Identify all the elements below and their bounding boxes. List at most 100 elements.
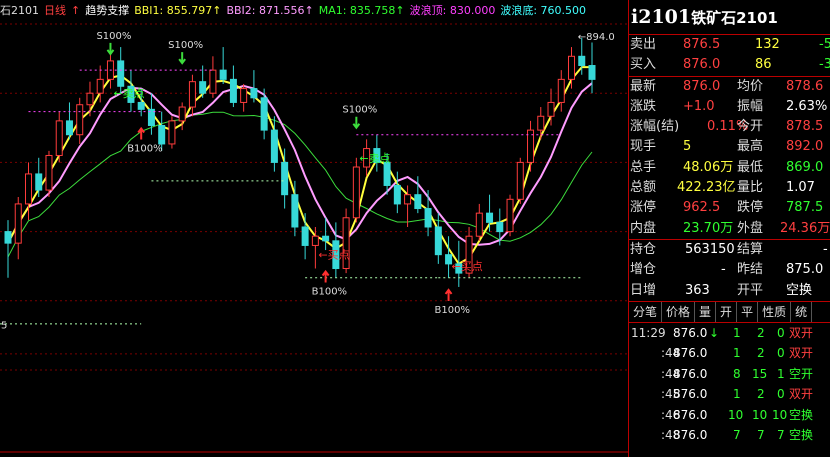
quote-change: -5 [819, 37, 830, 52]
stat-label: 振幅 [737, 98, 764, 114]
stat-label: 跌停 [737, 200, 764, 216]
stat-row: 内盘 23.70万 外盘 24.36万 [629, 219, 830, 239]
tick-volume: 10 [728, 407, 744, 422]
stat-row: 涨幅(结) 0.11% 今开 878.5 [629, 117, 830, 137]
tick-tab[interactable]: 量 [695, 301, 717, 322]
indicator-header: 石2101 日线 ↑ 趋势支撑 BBI1: 855.797↑ BBI2: 871.556↑… [0, 2, 591, 20]
tick-open: 7 [757, 428, 765, 443]
candle-body [209, 69, 217, 94]
tick-close: 10 [772, 407, 788, 422]
period-label[interactable]: 日线 [44, 4, 66, 17]
tick-type: 空开 [789, 366, 814, 381]
candle-body [537, 115, 545, 131]
stat-label: 量比 [737, 180, 764, 196]
kline-chart[interactable]: S100% S100% S100% B100% B100% B100% ←卖点 ←卖点 ←买点 ←… [0, 0, 628, 457]
s100-label: S100% [168, 40, 203, 51]
candle-body [158, 124, 166, 145]
stats-block: 最新 876.0 均价 878.6 涨跌 +1.0 振幅 2.63% 涨幅(结) 0.11% 今开 8… [629, 75, 830, 239]
tick-tab[interactable]: 性质 [758, 301, 792, 322]
indicator-name[interactable]: 趋势支撑 [85, 4, 129, 17]
tick-price: 876.0 [673, 407, 708, 422]
quote-volume: 132 [755, 37, 780, 52]
b100-label: B100% [312, 287, 347, 298]
pos-value: 563150 [685, 241, 735, 257]
position-row: 日增 363 开平 空换 [629, 281, 830, 301]
stat-value: 876.0 [683, 78, 721, 94]
quote-volume: 86 [755, 57, 772, 73]
stat-label: 涨跌 [630, 98, 657, 114]
stat-label: 今开 [737, 119, 764, 135]
tick-open: 2 [757, 346, 765, 361]
tick-volume: 1 [733, 325, 741, 340]
candle-body [35, 173, 43, 191]
stat-value: 23.70万 [683, 220, 734, 236]
tick-type: 空换 [789, 407, 814, 422]
stat-value: 1.07 [786, 180, 815, 196]
instrument-code: i2101 [631, 6, 692, 28]
tick-tab[interactable]: 统 [791, 301, 813, 322]
stat-label: 总手 [630, 159, 657, 175]
stat-value: 422.23亿 [677, 180, 736, 196]
stat-label: 内盘 [630, 220, 657, 236]
candle-body [14, 203, 22, 244]
stat-label: 现手 [630, 139, 657, 155]
stat-label: 外盘 [737, 220, 764, 236]
tick-close: 7 [777, 428, 785, 443]
pos-label: 开平 [737, 282, 764, 298]
candle-body [199, 81, 207, 94]
tick-tab[interactable]: 开 [716, 301, 738, 322]
candle-body [404, 194, 412, 205]
stat-label: 最新 [630, 78, 657, 94]
candle-body [229, 78, 237, 103]
quote-price: 876.5 [683, 37, 721, 52]
stat-row: 最新 876.0 均价 878.6 [629, 77, 830, 97]
quote-panel: i2101铁矿石2101 卖出 876.5 132 -5 买入 876.0 86 -3 最新 8… [628, 0, 830, 457]
candle-body [250, 88, 258, 99]
stat-value: 48.06万 [683, 159, 734, 175]
kline-svg[interactable]: S100% S100% S100% B100% B100% B100% ←卖点 ←卖点 ←买点 ←… [0, 0, 628, 457]
pos-label: 持仓 [630, 241, 657, 257]
candle-body [486, 212, 494, 223]
pos-value: - [721, 262, 726, 278]
candle-body [178, 106, 186, 122]
candle-body [65, 120, 73, 136]
position-row: 增仓 - 昨结 875.0 [629, 260, 830, 280]
candle-body [311, 235, 319, 246]
tick-close: 1 [777, 366, 785, 381]
stat-label: 均价 [737, 78, 764, 94]
tick-close: 0 [777, 325, 785, 340]
b100-label: B100% [435, 305, 470, 316]
tick-time: 11:29 [631, 325, 666, 340]
candle-body [547, 101, 555, 117]
tick-row: :46 876.0 10 10 10 空换 [629, 405, 830, 426]
stat-label: 最低 [737, 159, 764, 175]
stat-value: 787.5 [786, 200, 824, 216]
ma1-value: MA1: 835.758↑ [318, 4, 405, 17]
buy-signal-label: ←买点 [452, 260, 483, 273]
pos-value: 875.0 [786, 262, 824, 278]
stat-row: 涨跌 +1.0 振幅 2.63% [629, 97, 830, 117]
buy-arrow-icon [137, 126, 145, 140]
buy-arrow-icon [321, 269, 330, 283]
stat-value: 24.36万 [780, 220, 830, 236]
tick-tab[interactable]: 平 [737, 301, 759, 322]
tick-tab[interactable]: 价格 [662, 301, 696, 322]
candle-body [188, 81, 196, 108]
down-arrow-icon: ↓ [709, 325, 720, 340]
candle-body [516, 161, 524, 200]
tick-tab[interactable]: 分笔 [629, 301, 663, 322]
sell-arrow-icon [178, 52, 186, 65]
tick-price: 876.0 [673, 366, 708, 381]
wave-bottom-value: 波浪底: 760.500 [500, 4, 587, 17]
instrument-title: i2101铁矿石2101 [629, 0, 830, 35]
left-edge-label: 5 [1, 320, 7, 331]
max-price-label: ←894.0 [578, 32, 615, 43]
tick-price: 876.0 [673, 387, 708, 402]
wave-top-value: 波浪顶: 830.000 [409, 4, 496, 17]
tick-row: 11:29 876.0 ↓ 1 2 0 双开 [629, 323, 830, 344]
candle-body [568, 55, 576, 80]
stat-value: 869.0 [786, 159, 824, 175]
bbi1-value: BBI1: 855.797↑ [134, 4, 222, 17]
stat-row: 涨停 962.5 跌停 787.5 [629, 198, 830, 218]
tick-row: :44 876.0 8 15 1 空开 [629, 364, 830, 385]
